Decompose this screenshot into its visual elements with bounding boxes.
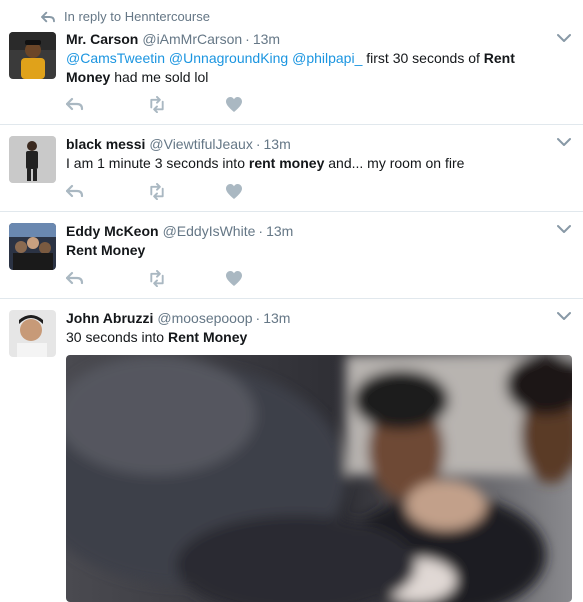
separator-dot: · [255,136,261,152]
author-name[interactable]: Mr. Carson [66,31,138,47]
separator-dot: · [258,223,264,239]
tweet-text: 30 seconds into Rent Money [66,328,546,347]
tweet-text: Rent Money [66,241,546,260]
tweet-text-plain: first 30 seconds of [366,50,480,66]
timestamp[interactable]: 13m [263,310,290,326]
author-handle[interactable]: @ViewtifulJeaux [149,136,252,152]
author-name[interactable]: black messi [66,136,145,152]
mention-link[interactable]: @CamsTweetin [66,50,165,66]
reply-icon[interactable] [66,270,84,286]
chevron-down-icon[interactable] [557,224,571,234]
separator-dot: · [255,310,261,326]
like-icon[interactable] [226,270,242,286]
timestamp[interactable]: 13m [266,223,293,239]
tweet-text-plain: 30 seconds into [66,329,165,345]
avatar[interactable] [9,32,56,79]
reply-context-text: In reply to Henntercourse [64,9,210,24]
like-icon[interactable] [226,96,242,112]
reply-icon[interactable] [66,96,84,112]
retweet-icon[interactable] [146,182,166,200]
author-handle[interactable]: @iAmMrCarson [142,31,242,47]
tweet-media-video[interactable] [66,355,572,602]
avatar[interactable] [9,136,56,183]
tweet-text: I am 1 minute 3 seconds into rent money … [66,154,546,173]
reply-arrow-icon [41,11,55,22]
tweet[interactable]: Mr. Carson @iAmMrCarson · 13m @CamsTweetin … [0,25,583,125]
mention-link[interactable]: @UnnagroundKing [169,50,288,66]
author-handle[interactable]: @EddyIsWhite [163,223,256,239]
mention-link[interactable]: @philpapi_ [292,50,362,66]
chevron-down-icon[interactable] [557,137,571,147]
like-icon[interactable] [226,183,242,199]
tweet[interactable]: black messi @ViewtifulJeaux · 13m I am 1 mi… [0,125,583,212]
chevron-down-icon[interactable] [557,33,571,43]
author-name[interactable]: John Abruzzi [66,310,153,326]
tweet-text-after: and... my room on fire [328,155,465,171]
media-image [66,355,572,602]
reply-context[interactable]: In reply to Henntercourse [41,9,210,24]
author-name[interactable]: Eddy McKeon [66,223,159,239]
separator-dot: · [245,31,250,47]
chevron-down-icon[interactable] [557,311,571,321]
avatar[interactable] [9,310,56,357]
timestamp[interactable]: 13m [264,136,291,152]
tweet-text-bold: Rent Money [66,242,146,258]
tweet-text-plain: I am 1 minute 3 seconds into [66,155,245,171]
reply-icon[interactable] [66,183,84,199]
tweet[interactable]: Eddy McKeon @EddyIsWhite · 13m Rent Money [0,212,583,299]
tweet-text-bold: rent money [248,155,325,171]
tweet-text-bold: Rent Money [167,329,248,345]
author-handle[interactable]: @moosepooop [157,310,252,326]
tweet-text-after: had me sold lol [114,69,209,85]
retweet-icon[interactable] [146,269,166,287]
tweet-text: @CamsTweetin @UnnagroundKing @philpapi_ … [66,49,546,87]
timestamp[interactable]: 13m [253,31,280,47]
retweet-icon[interactable] [146,95,166,113]
avatar[interactable] [9,223,56,270]
